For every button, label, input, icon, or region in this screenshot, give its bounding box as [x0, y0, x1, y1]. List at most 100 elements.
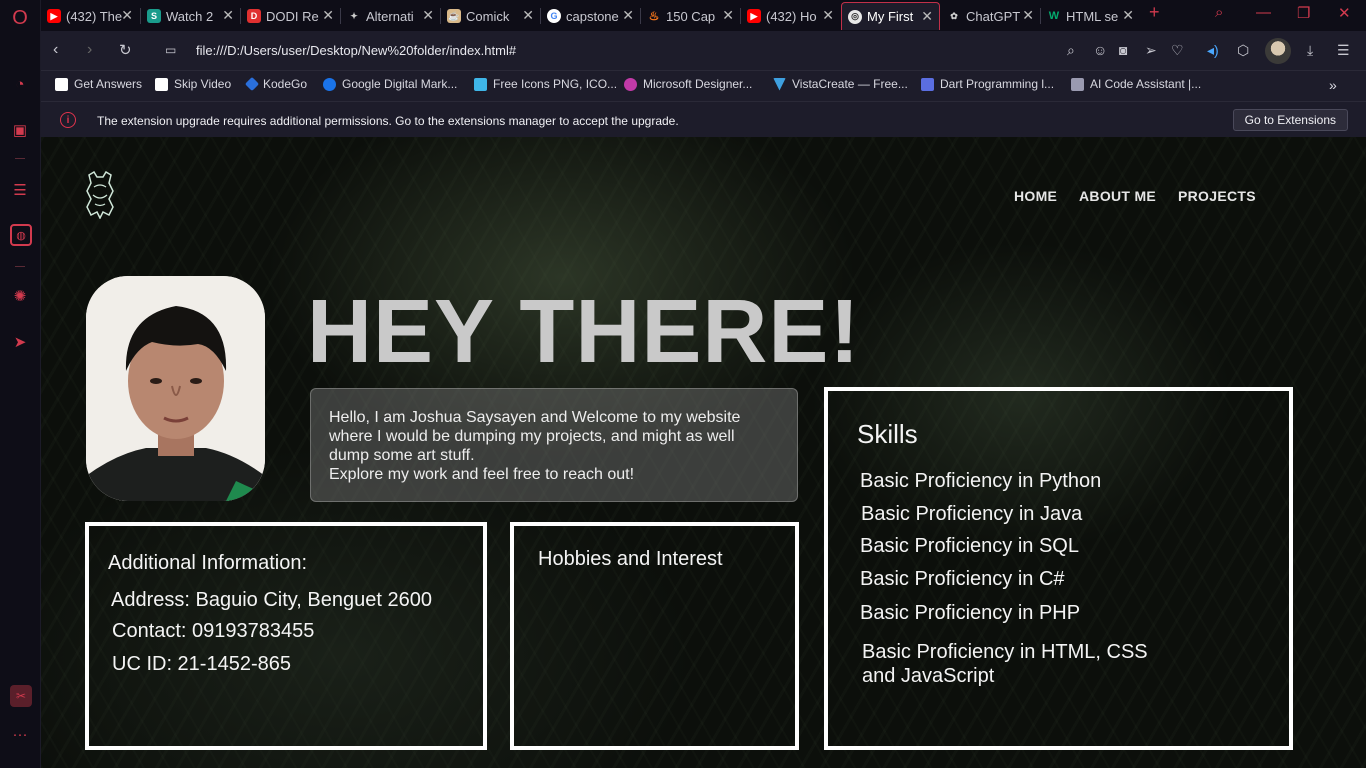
intro-line: Hello, I am Joshua Saysayen and Welcome …: [329, 409, 741, 426]
skill-item-continued: and JavaScript: [862, 665, 995, 687]
youtube-icon: ▶: [747, 9, 761, 23]
tab-active[interactable]: ◎ My First ✕: [841, 2, 940, 30]
bookmark-item[interactable]: Skip Video: [155, 77, 231, 91]
bookmark-label: Free Icons PNG, ICO...: [493, 77, 618, 91]
bookmark-item[interactable]: Microsoft Designer...: [624, 77, 752, 91]
minimize-icon[interactable]: —: [1256, 4, 1271, 21]
game-icon[interactable]: ◍: [10, 224, 32, 246]
intro-line: dump some art stuff.: [329, 447, 475, 464]
download-icon[interactable]: ⤓: [1307, 42, 1313, 59]
url-field[interactable]: file:///D:/Users/user/Desktop/New%20fold…: [196, 43, 516, 58]
tab[interactable]: ▶ (432) Ho ✕: [741, 2, 840, 30]
bookmarks-overflow-icon[interactable]: »: [1329, 77, 1337, 93]
close-icon[interactable]: ✕: [222, 7, 234, 24]
bookmark-item[interactable]: KodeGo: [244, 76, 308, 92]
opera-sidebar: O ◔ ▣ ☰ ◍ ✺ ➤ ✂ ···: [0, 0, 41, 768]
skills-box: Skills Basic Proficiency in Python Basic…: [824, 387, 1293, 750]
close-icon[interactable]: ✕: [1022, 7, 1034, 24]
chatgpt-icon: ✿: [950, 10, 958, 21]
shopping-bag-icon[interactable]: ▣: [10, 120, 30, 140]
bookmark-label: KodeGo: [263, 77, 308, 91]
go-to-extensions-button[interactable]: Go to Extensions: [1232, 109, 1348, 131]
tools-icon[interactable]: ✂: [10, 685, 32, 707]
ai-assistant-icon: [1071, 77, 1084, 91]
opera-logo-icon[interactable]: O: [10, 7, 30, 29]
file-icon: ▭: [165, 43, 177, 57]
send-icon[interactable]: ➢: [1145, 42, 1157, 59]
notes-icon[interactable]: ☰: [10, 180, 30, 200]
tab[interactable]: S Watch 2 ✕: [141, 2, 240, 30]
page-icon: [55, 77, 68, 91]
tab[interactable]: ✿ ChatGPT ✕: [941, 2, 1040, 30]
tab[interactable]: D DODI Re ✕: [241, 2, 340, 30]
tab[interactable]: Gcapstone ✕: [541, 2, 640, 30]
tab[interactable]: ▶ (432) The ✕: [41, 2, 139, 30]
reload-icon[interactable]: ↻: [119, 41, 132, 59]
close-window-icon[interactable]: ✕: [1338, 4, 1351, 22]
close-icon[interactable]: ✕: [822, 7, 834, 24]
cube-icon[interactable]: ⬡: [1237, 42, 1249, 59]
skill-item: Basic Proficiency in SQL: [860, 535, 1079, 557]
messenger-icon[interactable]: ✺: [10, 286, 30, 306]
camera-icon[interactable]: ◙: [1119, 42, 1127, 58]
nav-projects[interactable]: PROJECTS: [1178, 188, 1256, 204]
site-logo[interactable]: [85, 171, 115, 219]
bookmark-label: Dart Programming l...: [940, 77, 1055, 91]
icons-icon: [474, 77, 487, 91]
sidebar-divider: [15, 158, 25, 159]
extension-notification: i The extension upgrade requires additio…: [41, 101, 1366, 137]
designer-icon: [624, 77, 637, 91]
comick-icon: ☕: [447, 9, 461, 23]
close-icon[interactable]: ✕: [921, 8, 933, 25]
bookmark-label: Microsoft Designer...: [643, 77, 753, 91]
bookmark-item[interactable]: Get Answers: [55, 77, 142, 91]
emoji-icon[interactable]: ☺: [1093, 42, 1107, 58]
bookmark-item[interactable]: Google Digital Mark...: [323, 77, 457, 91]
menu-icon[interactable]: ☰: [1337, 42, 1350, 59]
page-icon: [155, 77, 168, 91]
s-icon: S: [147, 9, 161, 23]
info-icon: i: [60, 112, 76, 128]
forward-icon[interactable]: ›: [87, 41, 92, 59]
page-viewport: HOME ABOUT ME PROJECTS HEY THERE! Hello,…: [41, 137, 1366, 768]
tab[interactable]: ♨ 150 Cap ✕: [641, 2, 740, 30]
close-icon[interactable]: ✕: [622, 7, 634, 24]
skills-title: Skills: [857, 419, 918, 449]
close-icon[interactable]: ✕: [121, 7, 133, 24]
close-icon[interactable]: ✕: [322, 7, 334, 24]
nav-about-me[interactable]: ABOUT ME: [1079, 188, 1156, 204]
new-tab-icon[interactable]: +: [1149, 2, 1160, 23]
address-text: Address: Baguio City, Benguet 2600: [111, 589, 432, 611]
maximize-icon[interactable]: ❐: [1297, 4, 1310, 22]
tab[interactable]: W HTML se ✕: [1041, 2, 1140, 30]
bookmark-label: Google Digital Mark...: [342, 77, 458, 91]
skill-item: Basic Proficiency in Java: [861, 503, 1083, 525]
bookmark-item[interactable]: Dart Programming l...: [921, 77, 1054, 91]
profile-avatar[interactable]: [1265, 38, 1291, 64]
more-icon[interactable]: ···: [10, 724, 30, 744]
intro-card: Hello, I am Joshua Saysayen and Welcome …: [310, 388, 798, 502]
close-icon[interactable]: ✕: [1122, 7, 1134, 24]
bookmark-item[interactable]: VistaCreate — Free...: [773, 77, 908, 91]
close-icon[interactable]: ✕: [722, 7, 734, 24]
bookmark-item[interactable]: Free Icons PNG, ICO...: [474, 77, 617, 91]
back-icon[interactable]: ‹: [53, 41, 58, 59]
nav-home[interactable]: HOME: [1014, 188, 1057, 204]
close-icon[interactable]: ✕: [522, 7, 534, 24]
audio-icon[interactable]: ◂): [1207, 42, 1219, 59]
tab[interactable]: ☕ Comick ✕: [441, 2, 540, 30]
bookmark-label: Skip Video: [174, 77, 232, 91]
heart-icon[interactable]: ♡: [1171, 42, 1184, 59]
close-icon[interactable]: ✕: [422, 7, 434, 24]
search-tabs-icon[interactable]: ⌕: [1215, 4, 1223, 21]
search-icon[interactable]: ⌕: [1067, 42, 1075, 59]
google-icon: G: [547, 9, 561, 23]
dart-icon: [921, 77, 934, 91]
profile-photo: [86, 276, 265, 501]
skill-item: Basic Proficiency in PHP: [860, 602, 1081, 624]
bookmark-item[interactable]: AI Code Assistant |...: [1071, 77, 1201, 91]
hobbies-box: Hobbies and Interest: [510, 522, 799, 750]
speed-dial-icon[interactable]: ◔: [10, 74, 30, 94]
telegram-icon[interactable]: ➤: [10, 332, 30, 352]
tab[interactable]: ✦ Alternati ✕: [341, 2, 440, 30]
